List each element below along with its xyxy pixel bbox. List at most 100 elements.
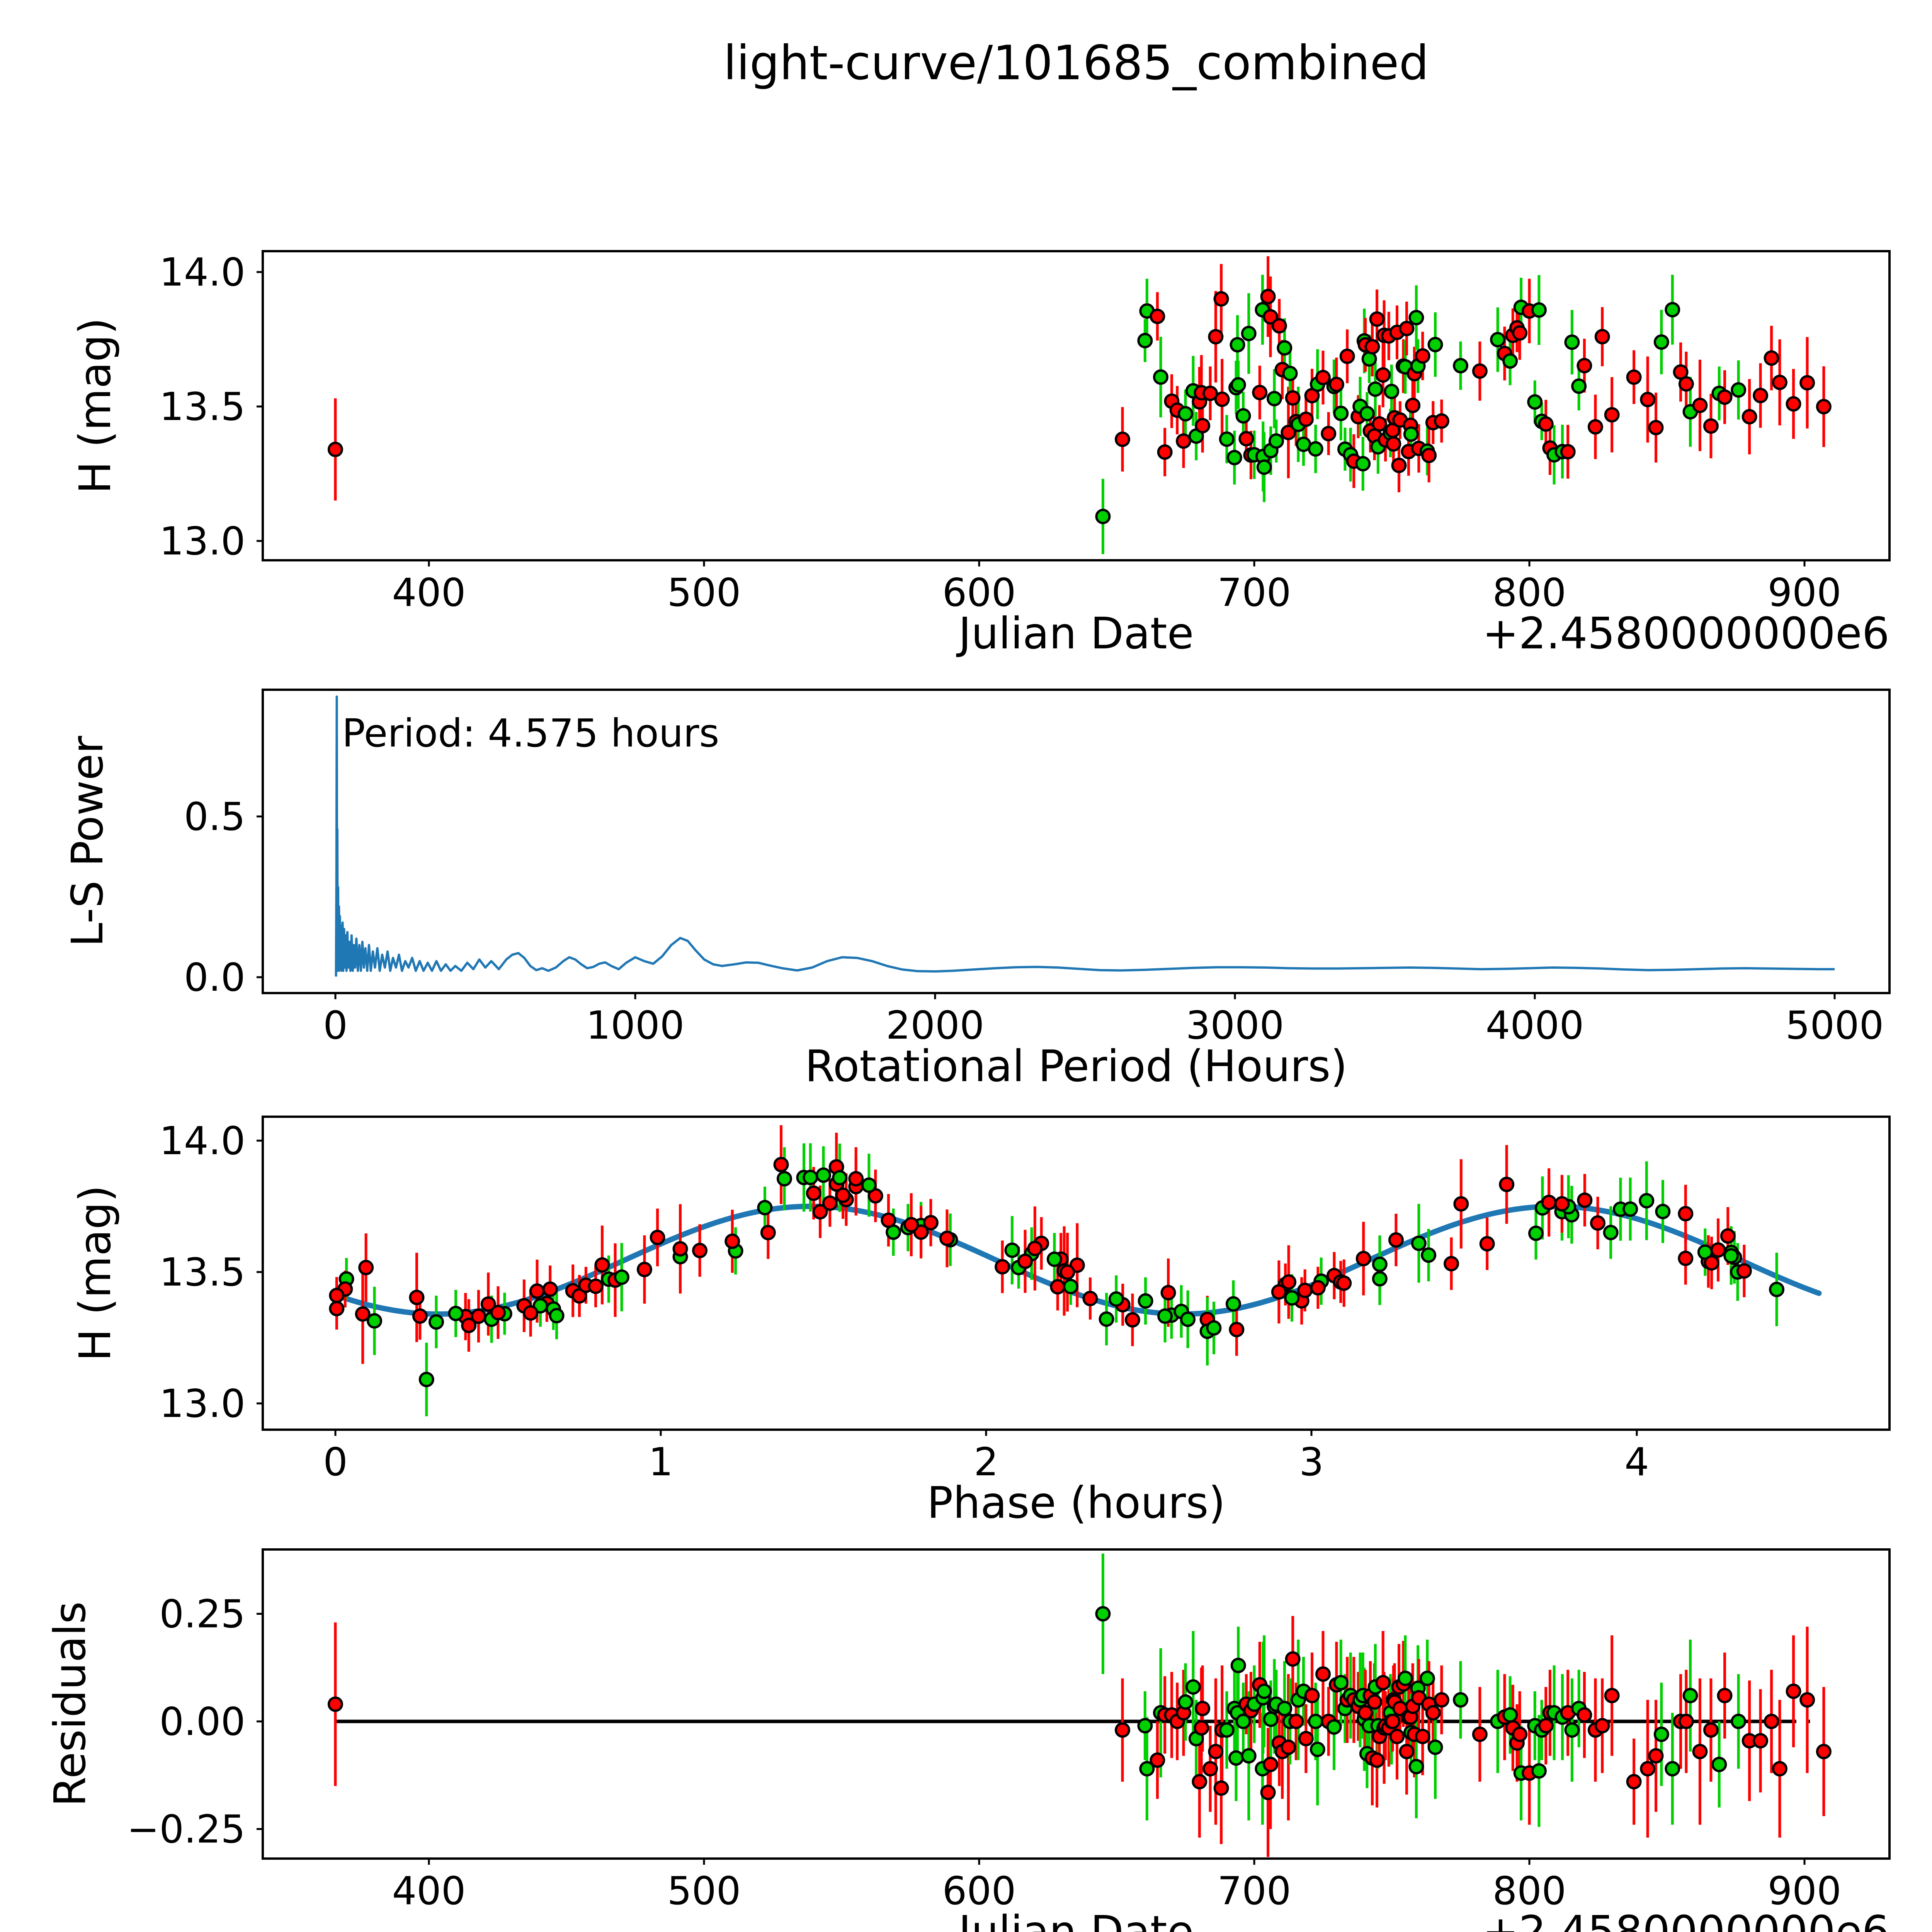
data-point	[1713, 1758, 1726, 1771]
data-point	[726, 1235, 739, 1248]
data-point	[1096, 1607, 1109, 1621]
data-point	[1528, 395, 1541, 408]
data-point	[1230, 1752, 1243, 1765]
x-tick-label: 4000	[1486, 1003, 1584, 1048]
figure: light-curve/101685_combined4005006007008…	[0, 0, 1932, 1932]
data-point	[1215, 293, 1228, 306]
data-point	[413, 1310, 427, 1323]
data-point	[1240, 432, 1253, 445]
data-point	[1801, 1693, 1814, 1706]
y-axis-label: Residuals	[45, 1601, 95, 1806]
data-point	[1513, 1728, 1526, 1741]
data-point	[1578, 359, 1591, 372]
data-point	[1410, 1760, 1423, 1773]
x-tick-label: 500	[667, 570, 741, 615]
data-point	[651, 1231, 664, 1244]
data-point	[1258, 461, 1271, 474]
data-point	[1289, 1715, 1303, 1728]
data-point	[1435, 415, 1448, 428]
data-point	[1405, 427, 1418, 440]
data-point	[1253, 386, 1266, 399]
data-point	[1286, 1652, 1299, 1665]
data-point	[1454, 359, 1467, 372]
data-point	[1529, 1227, 1543, 1240]
data-point	[330, 1289, 343, 1302]
data-point	[1732, 1715, 1745, 1728]
data-point	[1298, 1284, 1311, 1297]
data-point	[1406, 399, 1419, 412]
data-point	[1373, 417, 1386, 430]
data-point	[1680, 1715, 1693, 1728]
y-axis-label: H (mag)	[70, 318, 121, 494]
data-point	[1282, 1276, 1295, 1289]
data-point	[1337, 1277, 1350, 1290]
data-point	[1139, 1294, 1152, 1308]
data-point	[1110, 1293, 1123, 1306]
x-tick-label: 4	[1624, 1439, 1649, 1485]
data-point	[1209, 1745, 1222, 1758]
data-point	[1532, 1764, 1546, 1777]
data-point	[1738, 1264, 1751, 1277]
data-point	[1754, 389, 1767, 402]
data-point	[1366, 340, 1379, 354]
data-point	[1373, 1272, 1386, 1285]
data-point	[589, 1280, 602, 1293]
data-point	[1655, 335, 1668, 349]
data-point	[1693, 399, 1706, 412]
data-point	[1679, 1207, 1692, 1220]
data-point	[1195, 1721, 1208, 1735]
data-point	[1754, 1734, 1767, 1747]
data-point	[1640, 1194, 1653, 1208]
data-point	[1232, 1659, 1245, 1672]
x-tick-label: 1000	[586, 1003, 685, 1048]
data-point	[329, 1697, 342, 1711]
data-point	[1361, 407, 1374, 420]
data-point	[1179, 1696, 1192, 1709]
data-point	[1572, 379, 1585, 393]
data-point	[1422, 1248, 1435, 1262]
data-point	[524, 1306, 537, 1320]
data-point	[1220, 433, 1233, 446]
data-point	[1258, 1685, 1271, 1698]
data-point	[1532, 303, 1546, 316]
data-point	[1262, 290, 1275, 303]
data-point	[1327, 1720, 1340, 1733]
data-point	[1591, 1216, 1604, 1230]
data-point	[1628, 1775, 1641, 1788]
data-point	[1158, 446, 1172, 459]
data-point	[1773, 1762, 1786, 1776]
data-point	[807, 1187, 820, 1200]
data-point	[1666, 1762, 1679, 1776]
y-tick-label: 0.0	[184, 955, 245, 1000]
data-point	[1215, 1782, 1228, 1795]
data-point	[940, 1232, 954, 1245]
x-tick-label: 5000	[1786, 1003, 1884, 1048]
data-point	[1429, 338, 1442, 351]
data-point	[1270, 434, 1283, 447]
data-point	[817, 1168, 830, 1182]
data-point	[1299, 1732, 1313, 1745]
data-point	[1196, 1702, 1209, 1715]
data-point	[1421, 1672, 1434, 1685]
data-point	[1209, 330, 1222, 344]
x-tick-label: 0	[323, 1439, 348, 1485]
data-point	[1299, 413, 1313, 426]
data-point	[1604, 1226, 1617, 1239]
data-point	[1684, 1689, 1697, 1702]
y-tick-label: 13.0	[159, 1381, 245, 1426]
data-point	[1704, 420, 1718, 433]
x-tick-label: 1	[648, 1439, 673, 1485]
data-point	[1589, 420, 1602, 434]
data-point	[1196, 419, 1209, 432]
x-axis-label: Phase (hours)	[927, 1478, 1225, 1528]
data-point	[1193, 1775, 1206, 1788]
data-point	[1503, 354, 1517, 367]
data-point	[1204, 1762, 1217, 1776]
data-point	[1177, 434, 1190, 447]
y-tick-label: 13.5	[159, 384, 245, 429]
y-tick-label: 14.0	[159, 250, 245, 295]
data-point	[1656, 1205, 1669, 1218]
data-point	[368, 1314, 381, 1327]
data-point	[1309, 1715, 1322, 1728]
data-point	[531, 1284, 544, 1298]
